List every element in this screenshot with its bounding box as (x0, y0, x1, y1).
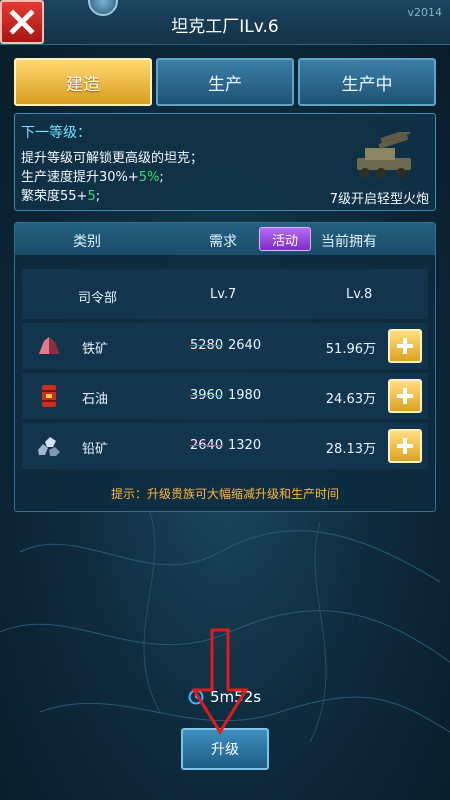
down-arrow-icon (191, 628, 249, 735)
top-bar: 坦克工厂ILv.6 v2014 (0, 0, 450, 45)
tab-build[interactable]: 建造 (14, 58, 152, 106)
resource-name: 铅矿 (82, 442, 109, 457)
event-badge: 活动 (259, 227, 311, 251)
page-title: 坦克工厂ILv.6 (171, 17, 279, 37)
resource-owned: 28.13万 (325, 442, 376, 457)
requirements-table: 类别 需求 活动 当前拥有 司令部 Lv.7 Lv.8 铁矿 5280 2640… (14, 222, 436, 512)
tab-produce[interactable]: 生产 (156, 58, 294, 106)
resource-name: 铁矿 (82, 342, 109, 357)
resource-new-cost: 1980 (228, 388, 262, 403)
headquarters-row: 司令部 Lv.7 Lv.8 (22, 269, 428, 319)
info-line-unlock: 提升等级可解锁更高级的坦克； (21, 151, 204, 166)
unlock-text: 7级开启轻型火炮 (329, 192, 429, 207)
prosperity-text: 繁荣度55+ (21, 189, 88, 204)
resource-name: 石油 (82, 392, 109, 407)
plus-icon (397, 438, 413, 454)
header-owned: 当前拥有 (321, 234, 377, 250)
headquarters-required: Lv.7 (210, 287, 237, 302)
tab-bar: 建造 生产 生产中 (14, 58, 436, 106)
next-level-heading: 下一等级： (21, 125, 91, 141)
resource-new-cost: 1320 (228, 438, 262, 453)
speed-bonus: 5% (138, 170, 160, 185)
speed-suffix: ; (159, 170, 164, 185)
tip-text: 提示：升级贵族可大幅缩减升级和生产时间 (110, 487, 339, 501)
resource-old-cost: 2640 (190, 438, 224, 453)
plus-icon (397, 338, 413, 354)
add-lead-button[interactable] (388, 429, 422, 463)
resource-owned: 24.63万 (325, 392, 376, 407)
resource-old-cost: 3960 (190, 388, 224, 403)
resource-row-oil: 石油 3960 1980 24.63万 (22, 373, 428, 419)
light-artillery-icon (357, 132, 411, 178)
add-iron-button[interactable] (388, 329, 422, 363)
info-line-prosperity: 繁荣度55+5; (21, 185, 100, 204)
next-level-panel: 下一等级： 提升等级可解锁更高级的坦克； 生产速度提升30%+5%; 繁荣度55… (14, 113, 436, 211)
resource-old-cost: 5280 (190, 338, 224, 353)
tab-in-production[interactable]: 生产中 (298, 58, 436, 106)
resource-new-cost: 2640 (228, 338, 262, 353)
add-oil-button[interactable] (388, 379, 422, 413)
info-line-speed: 生产速度提升30%+5%; (21, 166, 164, 185)
prosperity-bonus: 5 (87, 189, 96, 204)
resource-row-iron: 铁矿 5280 2640 51.96万 (22, 323, 428, 369)
speed-text: 生产速度提升30%+ (21, 170, 139, 185)
table-header: 类别 需求 活动 当前拥有 (15, 223, 435, 255)
lead-ore-icon (38, 437, 60, 456)
header-requirement: 需求 (209, 234, 237, 250)
resource-row-lead: 铅矿 2640 1320 28.13万 (22, 423, 428, 469)
headquarters-owned: Lv.8 (346, 287, 373, 302)
resource-owned: 51.96万 (325, 342, 376, 357)
headquarters-label: 司令部 (78, 291, 118, 306)
iron-ore-icon (39, 337, 59, 354)
version-label: v2014 (407, 6, 442, 19)
plus-icon (397, 388, 413, 404)
header-category: 类别 (73, 234, 101, 250)
oil-barrel-icon (42, 385, 56, 407)
prosperity-suffix: ; (95, 189, 101, 204)
